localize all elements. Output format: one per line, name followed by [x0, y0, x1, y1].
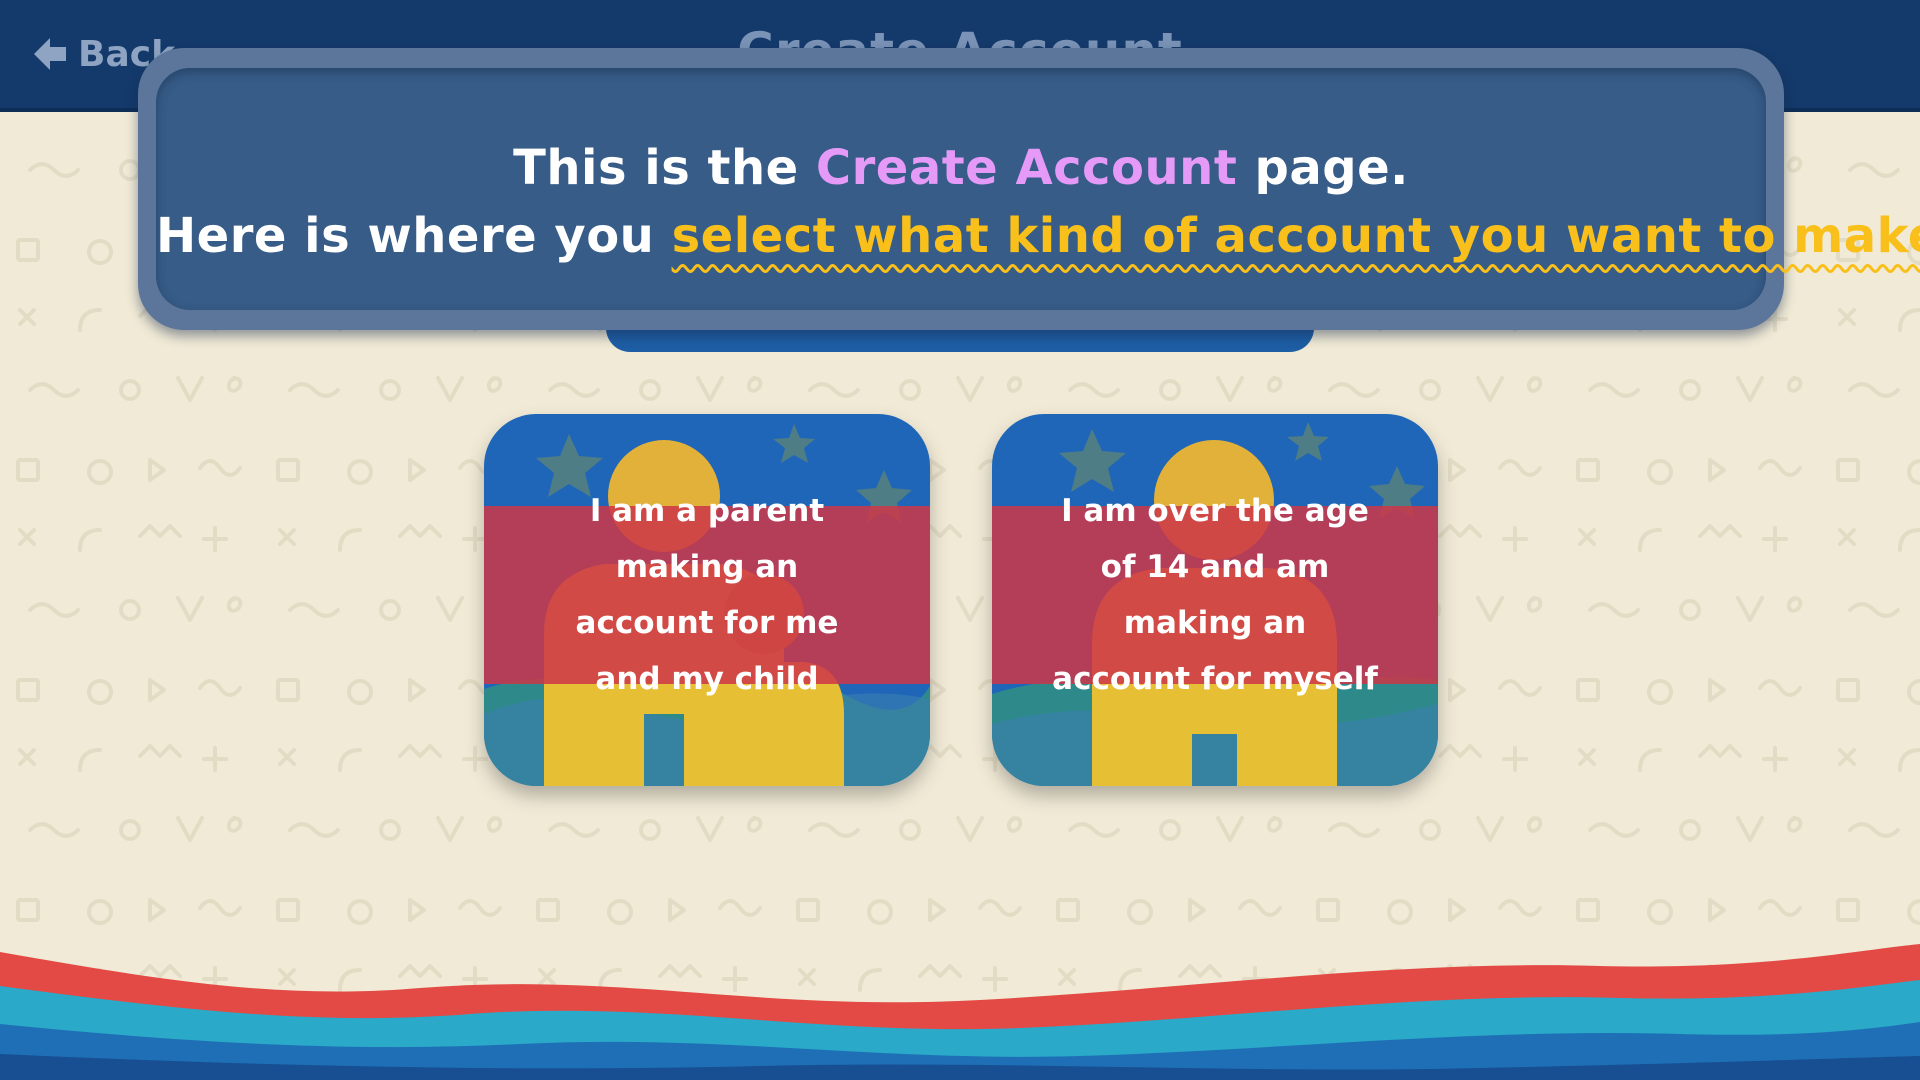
tutorial-line-1-start: This is the [513, 140, 816, 196]
self-account-card-label: I am over the age of 14 and am making an… [1052, 493, 1378, 697]
tutorial-line-1: This is the Create Account page. [156, 140, 1766, 196]
self-account-card[interactable]: I am over the age of 14 and am making an… [992, 414, 1438, 786]
self-account-card-band: I am over the age of 14 and am making an… [992, 493, 1438, 697]
tutorial-line-2-start: Here is where you [156, 208, 672, 264]
tutorial-line-1-end: page. [1237, 140, 1409, 196]
tutorial-panel: This is the Create Account page. Here is… [138, 48, 1920, 330]
tutorial-panel-inner: This is the Create Account page. Here is… [156, 68, 1920, 310]
parent-account-card-label: I am a parent making an account for me a… [575, 493, 839, 697]
parent-account-card[interactable]: I am a parent making an account for me a… [484, 414, 930, 786]
tutorial-highlight-page-name: Create Account [815, 140, 1238, 196]
bottom-waves [0, 944, 1920, 1080]
tutorial-highlight-instruction: select what kind of account you want to … [671, 208, 1920, 264]
parent-account-card-band: I am a parent making an account for me a… [484, 493, 930, 697]
tutorial-line-2: Here is where you select what kind of ac… [156, 208, 1920, 264]
